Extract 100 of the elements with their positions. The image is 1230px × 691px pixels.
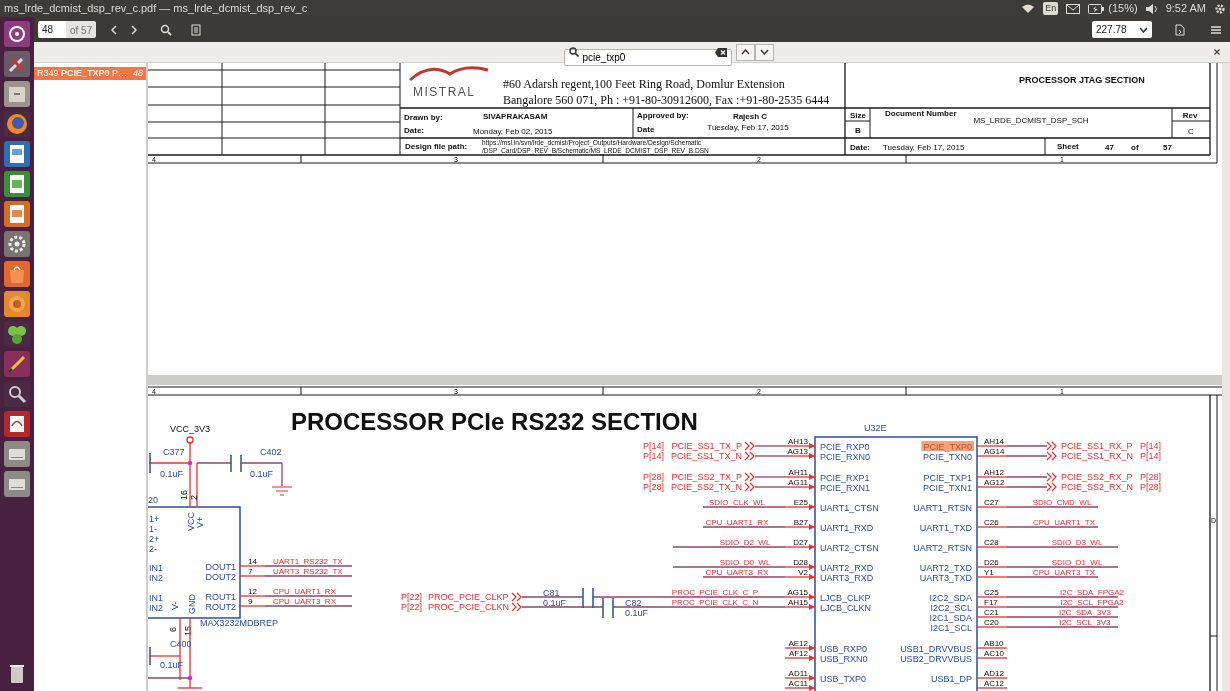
pin-number: 14: [248, 557, 257, 566]
power-net-label: VCC_3V3: [170, 424, 211, 434]
slides-icon[interactable]: [4, 201, 30, 227]
pin-line: [976, 657, 1008, 659]
pin-name: UART2_CTSN: [820, 542, 879, 553]
magnifier-icon[interactable]: [4, 381, 30, 407]
page-reference: P[14]: [643, 441, 664, 451]
field-value: Rajesh C: [732, 112, 768, 121]
field-value: 57: [1163, 143, 1172, 152]
net-label: PCIE_SS1_TX_P: [671, 441, 742, 451]
keyboard-indicator[interactable]: En: [1043, 1, 1059, 16]
pin-name: USB1_DRVVBUS: [900, 643, 972, 654]
page-reference: P[28]: [1140, 482, 1161, 492]
pin-name: UART1_CTSN: [820, 502, 879, 513]
pin-number: B27: [793, 518, 808, 527]
off-page-connector: [1046, 441, 1057, 451]
pin-name: UART2_RTSN: [913, 542, 972, 553]
net-label: CPU_UART1_RX: [705, 518, 769, 527]
search-icon: [160, 23, 173, 36]
pin-name: USB1_DP: [930, 673, 972, 684]
pin-line: [784, 443, 816, 449]
close-icon[interactable]: [1213, 48, 1221, 56]
volume-icon[interactable]: [1145, 3, 1158, 14]
net-label: SDIO_CMD_WL: [1032, 498, 1092, 507]
pin-number: D28: [793, 558, 808, 567]
capacitor-value: 0.1uF: [625, 608, 648, 618]
pin-number: C25: [984, 588, 999, 597]
pin-name: I2C2_SCL: [930, 602, 972, 613]
clear-icon[interactable]: [714, 47, 727, 57]
menu-icon: [1210, 23, 1222, 36]
net-label: SDIO_CLK_WL: [709, 498, 765, 507]
field-label: Design file path:: [405, 142, 468, 151]
pin-name: UART3_TXD: [919, 572, 972, 583]
pin-name: ROUT2: [205, 601, 236, 612]
page-reference: P[28]: [643, 482, 664, 492]
off-page-connector: [744, 472, 755, 482]
pin-number: Y1: [984, 568, 994, 577]
pin-name: PCIE_TXP0: [923, 441, 972, 452]
net-label: I2C_SDA_FPGA2: [1060, 588, 1124, 597]
off-page-connector: [1046, 451, 1057, 461]
field-label: Sheet: [1057, 142, 1079, 151]
battery-percentage: (15%): [1108, 1, 1138, 17]
pin-number: AH15: [788, 598, 808, 607]
globe-icon[interactable]: [4, 111, 30, 137]
wrench-icon[interactable]: [4, 51, 30, 77]
home-icon[interactable]: [4, 21, 30, 47]
wire: [1006, 486, 1048, 488]
previous-match-button[interactable]: [735, 43, 755, 61]
field-value: SIVAPRAKASAM: [483, 112, 548, 121]
brush-icon[interactable]: [4, 351, 30, 377]
mail-icon[interactable]: [1066, 3, 1081, 14]
pin-name: VCC: [186, 512, 196, 531]
pin-line: [239, 595, 266, 597]
wire: [754, 486, 786, 488]
spreadsheet-icon[interactable]: [4, 171, 30, 197]
drawer-icon[interactable]: [4, 81, 30, 107]
caret-icon: [1139, 26, 1148, 33]
settings-icon[interactable]: [1214, 2, 1226, 15]
pin-name: 2-: [149, 544, 157, 554]
pin-name: USB_TXP0: [820, 673, 867, 684]
document-icon: [1174, 23, 1186, 36]
pin-number: D27: [793, 538, 808, 547]
search-field[interactable]: pcie_txp0: [563, 48, 732, 66]
net-label: CPU_UART1_TX: [1032, 518, 1096, 527]
pin-name: IN1: [149, 593, 163, 603]
pin-name: PCIE_RXP0: [820, 441, 870, 452]
dots-icon[interactable]: [4, 321, 30, 347]
pin-number: C28: [984, 538, 999, 547]
gear-icon[interactable]: [4, 231, 30, 257]
power-port-symbol: [186, 436, 194, 444]
wire: [754, 455, 786, 457]
pin-name: PCIE_RXN0: [820, 451, 871, 462]
drive-icon[interactable]: [4, 471, 30, 497]
field-label: Date: [637, 125, 655, 134]
net-label: PROC_PCIE_CLK_C_P: [671, 588, 759, 597]
pin-number: 15: [183, 626, 193, 636]
ground-symbol: [271, 486, 293, 496]
net-label: PCIE_SS1_TX_N: [670, 451, 742, 461]
page-field[interactable]: 48: [38, 21, 66, 38]
net-label: PROC_PCIE_CLKN: [428, 602, 510, 612]
next-match-button[interactable]: [754, 43, 774, 61]
drive-icon[interactable]: [4, 441, 30, 467]
chevron-down-icon: [759, 49, 769, 55]
scrollbar[interactable]: [1222, 63, 1230, 691]
address-line: #60 Adarsh regent,100 Feet Ring Road, Domlur Extension: [503, 77, 785, 91]
pin-number: 12: [248, 587, 257, 596]
document-icon[interactable]: [4, 141, 30, 167]
page-reference: P[14]: [643, 451, 664, 461]
zoom-dropdown[interactable]: 227.78: [1092, 21, 1152, 38]
net-label: SDIO_D1_WL: [1051, 558, 1103, 567]
page-reference: P[14]: [1140, 441, 1161, 451]
pin-number: AH11: [788, 468, 808, 477]
battery-icon[interactable]: [1088, 3, 1105, 14]
pin-name: PCIE_TXN1: [922, 482, 972, 493]
document-icon[interactable]: [4, 411, 30, 437]
pin-name: DOUT1: [205, 561, 236, 572]
pin-line: [784, 544, 816, 550]
wire: [521, 596, 584, 598]
pin-number: AD11: [788, 669, 808, 678]
clock[interactable]: 9:52 AM: [1165, 0, 1206, 17]
